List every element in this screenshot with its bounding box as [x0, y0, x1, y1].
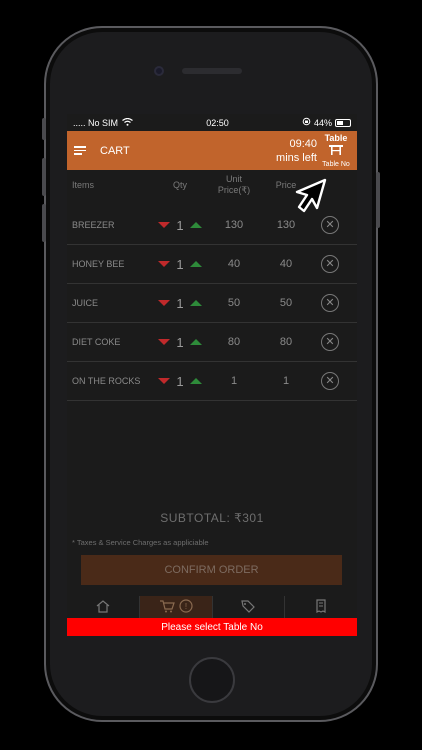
tab-cart[interactable]: !: [139, 596, 213, 618]
subtotal: SUBTOTAL: ₹301: [67, 511, 357, 525]
quantity-value: 1: [176, 256, 184, 272]
item-name: ON THE ROCKS: [72, 376, 141, 386]
decrease-icon[interactable]: [158, 378, 171, 384]
item-name: HONEY BEE: [72, 259, 125, 269]
decrease-icon[interactable]: [158, 339, 171, 345]
quantity-stepper: 1: [152, 257, 208, 272]
tag-icon: [240, 599, 256, 616]
tab-bill[interactable]: [285, 596, 357, 618]
subtotal-label: SUBTOTAL:: [160, 511, 231, 525]
unit-price: 1: [230, 375, 238, 387]
increase-icon[interactable]: [189, 339, 202, 345]
timer-label: mins left: [276, 152, 317, 164]
volume-up-button: [42, 158, 46, 196]
cart-list: BREEZER 1 130 130 ✕ HONEY BEE 1 40 40 ✕ …: [67, 206, 357, 401]
bottom-tab-bar: !: [67, 596, 357, 618]
table-title: Table: [324, 133, 348, 143]
subtotal-value: ₹301: [234, 511, 264, 525]
page-title: CART: [100, 144, 130, 157]
item-name: BREEZER: [72, 220, 115, 230]
wifi-icon: [122, 117, 133, 128]
table-row: DIET COKE 1 80 80 ✕: [67, 323, 357, 362]
quantity-value: 1: [176, 334, 184, 350]
carrier-label: ..... No SIM: [73, 117, 119, 128]
screen: ..... No SIM 02:50 44% CART 09:40 mins l…: [67, 114, 357, 636]
quantity-value: 1: [176, 295, 184, 311]
confirm-order-button[interactable]: CONFIRM ORDER: [81, 555, 342, 585]
cart-badge-icon: !: [179, 598, 193, 616]
front-camera: [154, 66, 164, 76]
battery-icon: [335, 118, 351, 127]
timer-time: 09:40: [289, 138, 317, 150]
increase-icon[interactable]: [189, 300, 202, 306]
volume-down-button: [42, 204, 46, 242]
quantity-stepper: 1: [152, 374, 208, 389]
rotation-lock-icon: [302, 117, 311, 128]
item-name: JUICE: [72, 298, 99, 308]
column-unit-line1: Unit: [225, 174, 242, 184]
timer: 09:40 mins left: [276, 137, 317, 165]
unit-price: 50: [227, 297, 241, 309]
bill-icon: [313, 598, 329, 616]
home-icon: [95, 599, 111, 616]
line-price: 50: [279, 297, 293, 309]
app-bar: CART 09:40 mins left Table Table No: [67, 131, 357, 170]
line-price: 1: [282, 375, 290, 387]
increase-icon[interactable]: [189, 222, 202, 228]
tab-home[interactable]: [67, 596, 140, 618]
cursor-pointer-icon: [291, 176, 331, 221]
column-unit-price: Unit Price(₹): [208, 174, 260, 206]
quantity-stepper: 1: [152, 296, 208, 311]
table-row: HONEY BEE 1 40 40 ✕: [67, 245, 357, 284]
silent-switch: [42, 118, 46, 140]
status-time: 02:50: [206, 117, 229, 128]
status-bar: ..... No SIM 02:50 44%: [67, 114, 357, 131]
unit-price: 80: [227, 336, 241, 348]
line-price: 80: [279, 336, 293, 348]
home-button[interactable]: [189, 657, 235, 703]
earpiece-speaker: [182, 68, 242, 74]
decrease-icon[interactable]: [158, 222, 171, 228]
quantity-stepper: 1: [152, 335, 208, 350]
remove-item-icon[interactable]: ✕: [321, 255, 339, 273]
decrease-icon[interactable]: [158, 261, 171, 267]
column-unit-line2: Price(₹): [217, 185, 251, 195]
battery-percent: 44%: [313, 117, 332, 128]
table-row: ON THE ROCKS 1 1 1 ✕: [67, 362, 357, 401]
line-price: 40: [279, 258, 293, 270]
toast-message: Please select Table No: [67, 618, 357, 636]
unit-price: 40: [227, 258, 241, 270]
decrease-icon[interactable]: [158, 300, 171, 306]
table-select-button[interactable]: Table Table No: [318, 133, 354, 168]
svg-text:!: !: [185, 602, 187, 611]
quantity-value: 1: [176, 217, 184, 233]
table-sub-label: Table No: [322, 161, 350, 168]
tax-note: * Taxes & Service Charges as appliciable: [72, 538, 209, 547]
quantity-stepper: 1: [152, 218, 208, 233]
quantity-value: 1: [176, 373, 184, 389]
increase-icon[interactable]: [189, 378, 202, 384]
increase-icon[interactable]: [189, 261, 202, 267]
cart-icon: [159, 599, 175, 616]
column-items: Items: [72, 180, 95, 190]
column-qty: Qty: [172, 180, 187, 190]
table-row: JUICE 1 50 50 ✕: [67, 284, 357, 323]
table-icon: [318, 143, 354, 161]
remove-item-icon[interactable]: ✕: [321, 333, 339, 351]
menu-icon[interactable]: [74, 146, 86, 155]
power-button: [376, 172, 380, 228]
remove-item-icon[interactable]: ✕: [321, 372, 339, 390]
tab-offers[interactable]: [213, 596, 286, 618]
item-name: DIET COKE: [72, 337, 121, 347]
remove-item-icon[interactable]: ✕: [321, 294, 339, 312]
unit-price: 130: [224, 219, 244, 231]
